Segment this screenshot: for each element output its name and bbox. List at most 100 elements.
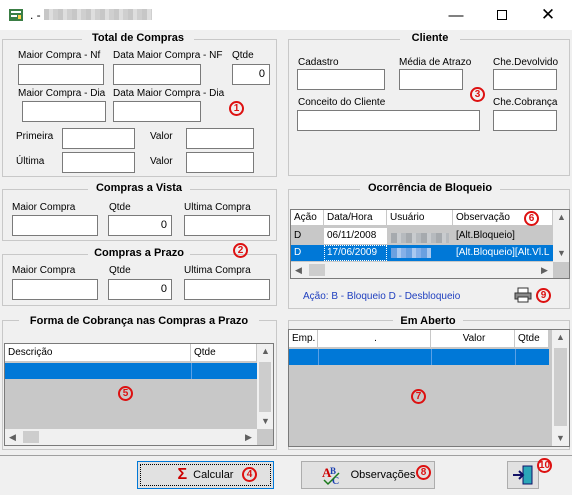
vista-maior-compra-label: Maior Compra xyxy=(12,202,76,213)
forma-hscrollbar[interactable]: ◀ ▶ xyxy=(5,429,257,445)
media-atrazo-field[interactable] xyxy=(399,69,463,90)
prazo-maior-compra-label: Maior Compra xyxy=(12,265,76,276)
vista-ultima-compra-field[interactable] xyxy=(184,215,270,236)
vista-qtde-field[interactable]: 0 xyxy=(108,215,172,236)
scroll-right-icon[interactable]: ▶ xyxy=(245,432,252,443)
vscroll-thumb[interactable] xyxy=(259,362,271,412)
cell-divider xyxy=(431,349,432,365)
svg-text:B: B xyxy=(330,466,336,476)
primeira-field[interactable] xyxy=(62,128,135,149)
forma-cobranca-grid[interactable]: Descrição Qtde ▲ ▼ ◀ ▶ xyxy=(4,343,274,446)
cadastro-label: Cadastro xyxy=(298,57,339,68)
cell-divider xyxy=(318,349,319,365)
che-devolvido-field[interactable] xyxy=(493,69,557,90)
maior-compra-nf-field[interactable] xyxy=(18,64,104,85)
table-row-selected[interactable] xyxy=(289,349,549,365)
col-usuario[interactable]: Usuário xyxy=(387,210,453,226)
data-maior-compra-dia-field[interactable] xyxy=(113,101,201,122)
scroll-down-icon[interactable]: ▼ xyxy=(557,248,566,258)
hscroll-thumb[interactable] xyxy=(309,264,325,276)
marker-4: 4 xyxy=(242,467,257,482)
data-maior-compra-dia-label: Data Maior Compra - Dia xyxy=(113,88,225,99)
printer-icon xyxy=(514,287,532,303)
col-qtde[interactable]: Qtde xyxy=(515,330,549,348)
col-descricao[interactable]: Descrição xyxy=(5,344,191,362)
conceito-label: Conceito do Cliente xyxy=(298,97,386,108)
che-cobranca-field[interactable] xyxy=(493,110,557,131)
compras-prazo-title: Compras a Prazo xyxy=(88,247,190,259)
col-acao[interactable]: Ação xyxy=(291,210,324,226)
prazo-ultima-compra-label: Ultima Compra xyxy=(184,265,251,276)
col-dot[interactable]: . xyxy=(318,330,431,348)
valor-primeira-field[interactable] xyxy=(186,128,254,149)
scroll-down-icon[interactable]: ▼ xyxy=(261,416,270,426)
forma-vscrollbar[interactable]: ▲ ▼ xyxy=(257,344,273,429)
ocorrencia-hscrollbar[interactable]: ◀ ▶ xyxy=(291,262,553,278)
scroll-up-icon[interactable]: ▲ xyxy=(557,212,566,222)
hscroll-thumb[interactable] xyxy=(23,431,39,443)
print-button[interactable] xyxy=(514,287,532,303)
data-maior-compra-nf-field[interactable] xyxy=(113,64,201,85)
ultima-label: Última xyxy=(16,156,45,167)
ocorrencia-vscrollbar[interactable]: ▲ ▼ xyxy=(553,210,569,262)
maior-compra-dia-field[interactable] xyxy=(22,101,106,122)
sigma-icon: Σ xyxy=(177,466,188,483)
row2-obs: [Alt.Bloqueio][Alt.Vl.L xyxy=(456,247,550,258)
vista-maior-compra-field[interactable] xyxy=(12,215,98,236)
vista-qtde-label: Qtde xyxy=(109,202,131,213)
observacoes-button[interactable]: A B C Observações xyxy=(301,461,435,489)
cell-divider xyxy=(191,363,192,379)
scroll-left-icon[interactable]: ◀ xyxy=(295,265,302,276)
ocorrencia-title: Ocorrência de Bloqueio xyxy=(360,182,500,194)
col-emp[interactable]: Emp. xyxy=(289,330,318,348)
che-cobranca-label: Che.Cobrança xyxy=(493,97,558,108)
row1-acao: D xyxy=(294,230,302,241)
minimize-icon: — xyxy=(448,6,464,24)
maximize-icon xyxy=(497,10,507,20)
prazo-maior-compra-field[interactable] xyxy=(12,279,98,300)
abc-spellcheck-icon: A B C xyxy=(322,465,340,486)
scroll-up-icon[interactable]: ▲ xyxy=(556,332,565,342)
window-title: . - xyxy=(30,8,41,22)
vscroll-thumb[interactable] xyxy=(554,348,567,426)
row2-data: 17/06/2009 xyxy=(324,245,387,261)
svg-text:C: C xyxy=(332,476,339,486)
table-row-selected[interactable] xyxy=(5,363,257,379)
close-icon: ✕ xyxy=(540,5,556,24)
scroll-up-icon[interactable]: ▲ xyxy=(261,346,270,356)
conceito-field[interactable] xyxy=(297,110,480,131)
col-qtde[interactable]: Qtde xyxy=(191,344,257,362)
marker-10: 10 xyxy=(537,458,552,473)
marker-2: 2 xyxy=(233,243,248,258)
vista-ultima-compra-label: Ultima Compra xyxy=(184,202,251,213)
exit-button[interactable] xyxy=(507,461,539,489)
ultima-field[interactable] xyxy=(62,152,135,173)
scroll-down-icon[interactable]: ▼ xyxy=(556,433,565,443)
primeira-label: Primeira xyxy=(16,131,54,142)
minimize-button[interactable]: — xyxy=(433,0,479,30)
em-aberto-vscrollbar[interactable]: ▲ ▼ xyxy=(552,330,569,446)
compras-vista-title: Compras a Vista xyxy=(88,182,190,194)
scroll-left-icon[interactable]: ◀ xyxy=(9,432,16,443)
prazo-ultima-compra-field[interactable] xyxy=(184,279,270,300)
marker-7: 7 xyxy=(411,389,426,404)
valor-ultima-field[interactable] xyxy=(186,152,254,173)
row2-usuario-redacted xyxy=(391,248,431,258)
data-maior-compra-nf-label: Data Maior Compra - NF xyxy=(113,50,223,61)
cadastro-field[interactable] xyxy=(297,69,385,90)
col-data-hora[interactable]: Data/Hora xyxy=(324,210,387,226)
qtde-label: Qtde xyxy=(232,50,254,61)
maximize-button[interactable] xyxy=(479,0,525,30)
em-aberto-title: Em Aberto xyxy=(393,315,463,327)
em-aberto-grid[interactable]: Emp. . Valor Qtde ▲ ▼ xyxy=(288,329,570,447)
window-title-redacted xyxy=(44,9,152,20)
scroll-right-icon[interactable]: ▶ xyxy=(541,265,548,276)
close-button[interactable]: ✕ xyxy=(525,0,571,30)
prazo-qtde-field[interactable]: 0 xyxy=(108,279,172,300)
table-row-selected[interactable]: D 17/06/2009 [Alt.Bloqueio][Alt.Vl.L xyxy=(291,245,569,261)
marker-5: 5 xyxy=(118,386,133,401)
calcular-label: Calcular xyxy=(193,469,234,481)
row1-data: 06/11/2008 xyxy=(324,228,387,244)
col-valor[interactable]: Valor xyxy=(431,330,515,348)
qtde-field[interactable]: 0 xyxy=(232,64,270,85)
